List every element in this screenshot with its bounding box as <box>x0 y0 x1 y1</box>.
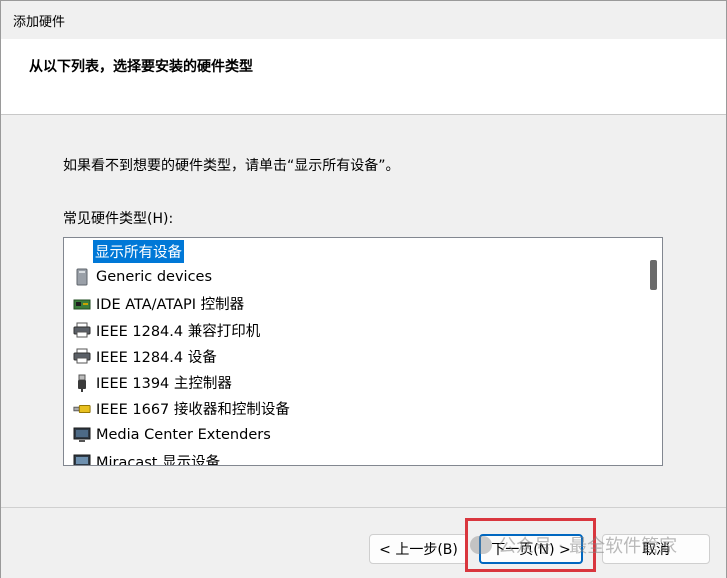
ide-controller-icon <box>73 295 91 313</box>
list-item-label: Miracast 显示设备 <box>96 455 221 466</box>
page-heading: 从以下列表，选择要安装的硬件类型 <box>29 59 253 75</box>
usb-drive-icon <box>73 400 91 418</box>
list-item-show-all-devices[interactable]: 显示所有设备 <box>64 238 644 264</box>
wizard-footer: < 上一步(B) 下一页(N) > 取消 <box>1 507 726 578</box>
list-item-ieee-1667[interactable]: IEEE 1667 接收器和控制设备 <box>64 396 644 422</box>
list-item-label: IEEE 1284.4 兼容打印机 <box>96 323 261 340</box>
list-item-label: IDE ATA/ATAPI 控制器 <box>96 297 245 314</box>
monitor-icon <box>73 453 91 465</box>
list-item-ide-ata-atapi[interactable]: IDE ATA/ATAPI 控制器 <box>64 291 644 317</box>
window-title: 添加硬件 <box>13 15 66 30</box>
list-item-label: IEEE 1284.4 设备 <box>96 349 217 366</box>
list-item-label: Generic devices <box>96 269 213 286</box>
list-item-ieee-1284-device[interactable]: IEEE 1284.4 设备 <box>64 343 644 369</box>
list-item-label: Media Center Extenders <box>96 427 271 444</box>
usb-plug-icon <box>73 374 91 392</box>
hardware-type-list[interactable]: 显示所有设备 Generic devices IDE ATA/ATAPI 控制器 <box>63 237 663 466</box>
add-hardware-dialog: 添加硬件 从以下列表，选择要安装的硬件类型 如果看不到想要的硬件类型，请单击“显… <box>0 0 727 578</box>
scrollbar-thumb[interactable] <box>650 260 657 290</box>
list-item-ieee-1394[interactable]: IEEE 1394 主控制器 <box>64 369 644 395</box>
hardware-type-label: 常见硬件类型(H): <box>63 211 174 227</box>
wizard-header: 从以下列表，选择要安装的硬件类型 <box>1 39 726 115</box>
title-bar[interactable]: 添加硬件 <box>1 1 726 39</box>
list-item-label: 显示所有设备 <box>93 239 184 263</box>
monitor-icon <box>73 426 91 444</box>
list-item-miracast[interactable]: Miracast 显示设备 <box>64 448 644 466</box>
wizard-body: 如果看不到想要的硬件类型，请单击“显示所有设备”。 常见硬件类型(H): 显示所… <box>1 115 726 507</box>
cancel-button[interactable]: 取消 <box>602 534 710 564</box>
list-item-label: IEEE 1667 接收器和控制设备 <box>96 402 290 419</box>
instruction-text: 如果看不到想要的硬件类型，请单击“显示所有设备”。 <box>63 158 400 174</box>
printer-icon <box>73 321 91 339</box>
list-scrollbar[interactable] <box>644 238 662 465</box>
back-button[interactable]: < 上一步(B) <box>369 534 468 564</box>
annotation-highlight-box <box>465 518 596 572</box>
printer-icon <box>73 347 91 365</box>
generic-device-icon <box>73 268 91 286</box>
list-item-label: IEEE 1394 主控制器 <box>96 376 232 393</box>
list-item-ieee-1284-printer[interactable]: IEEE 1284.4 兼容打印机 <box>64 317 644 343</box>
list-item-media-center-extenders[interactable]: Media Center Extenders <box>64 422 644 448</box>
list-item-generic-devices[interactable]: Generic devices <box>64 264 644 290</box>
